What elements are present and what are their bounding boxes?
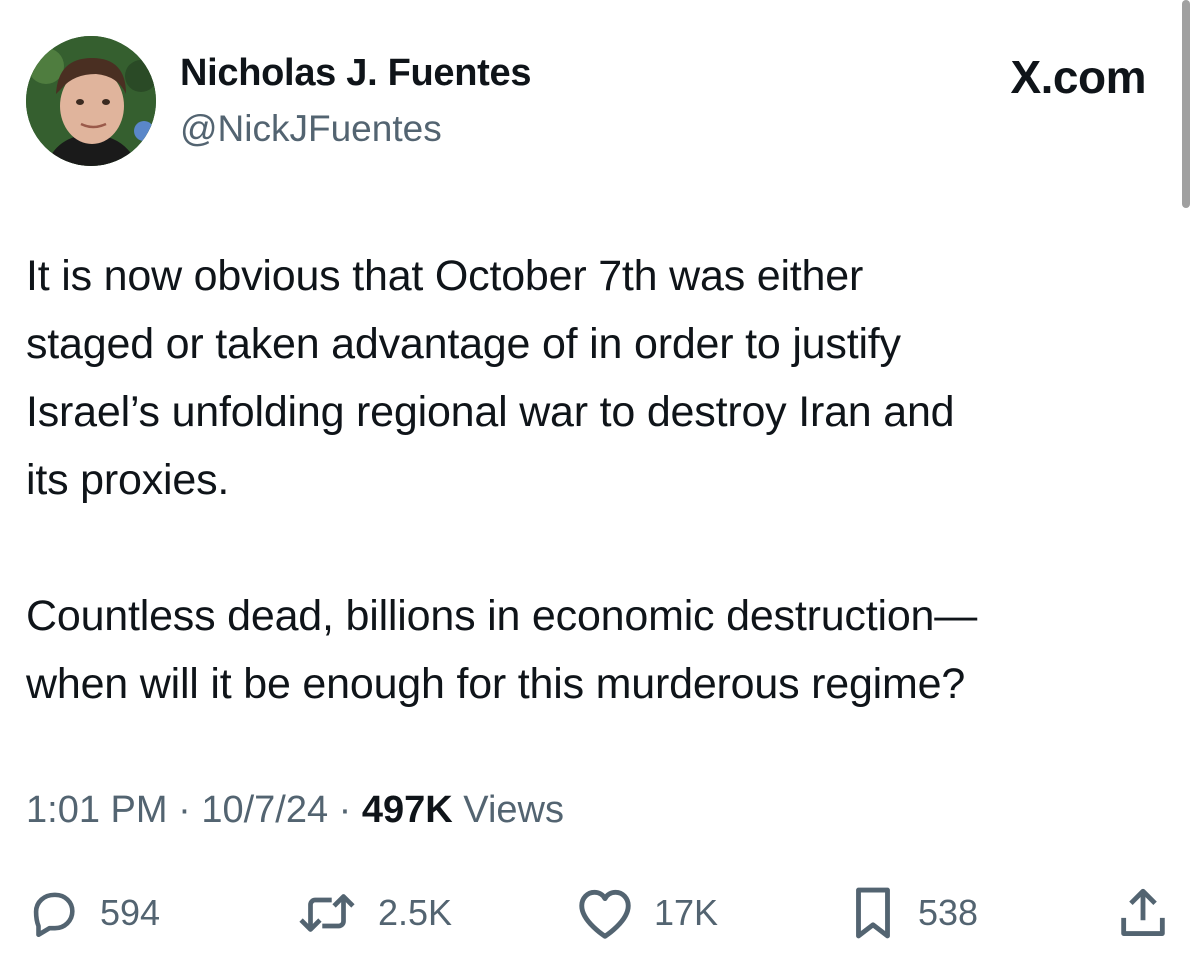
meta-separator: · — [338, 789, 352, 831]
avatar-photo — [26, 36, 156, 166]
reply-bubble-icon — [33, 892, 75, 938]
repost-button[interactable]: 2.5K — [294, 880, 452, 946]
tweet-time[interactable]: 1:01 PM — [26, 789, 168, 831]
avatar[interactable] — [26, 36, 156, 166]
like-count: 17K — [654, 892, 719, 933]
repost-icon — [299, 894, 355, 932]
site-watermark: X.com — [1010, 51, 1146, 103]
share-button[interactable] — [1116, 880, 1170, 946]
author-handle[interactable]: @NickJFuentes — [180, 108, 442, 150]
action-bar: 594 2.5K 17K 538 — [0, 880, 1200, 946]
like-button[interactable]: 17K — [574, 880, 718, 946]
scrollbar[interactable] — [1182, 0, 1190, 208]
heart-icon — [579, 889, 631, 939]
bookmark-icon — [856, 887, 890, 939]
author-display-name[interactable]: Nicholas J. Fuentes — [180, 52, 531, 95]
share-icon — [1121, 888, 1165, 936]
repost-count: 2.5K — [378, 892, 453, 933]
views-count: 497K — [361, 789, 453, 831]
meta-separator: · — [178, 789, 191, 831]
tweet-line: when will it be enough for this murderou… — [26, 660, 966, 708]
reply-count: 594 — [100, 892, 161, 933]
tweet-line: Countless dead, billions in economic des… — [26, 592, 978, 640]
bookmark-button[interactable]: 538 — [846, 880, 978, 946]
bookmark-count: 538 — [918, 892, 979, 933]
tweet-line: Israel’s unfolding regional war to destr… — [26, 388, 955, 436]
reply-button[interactable]: 594 — [24, 880, 160, 946]
tweet-line: its proxies. — [26, 456, 230, 504]
tweet-date[interactable]: 10/7/24 — [201, 789, 328, 831]
tweet-text: It is now obvious that October 7th was e… — [26, 242, 1176, 718]
tweet-line: It is now obvious that October 7th was e… — [26, 252, 864, 300]
views-label: Views — [463, 789, 564, 831]
tweet-line: staged or taken advantage of in order to… — [26, 320, 901, 368]
tweet-meta: 1:01 PM · 10/7/24 · 497K Views — [26, 789, 564, 832]
